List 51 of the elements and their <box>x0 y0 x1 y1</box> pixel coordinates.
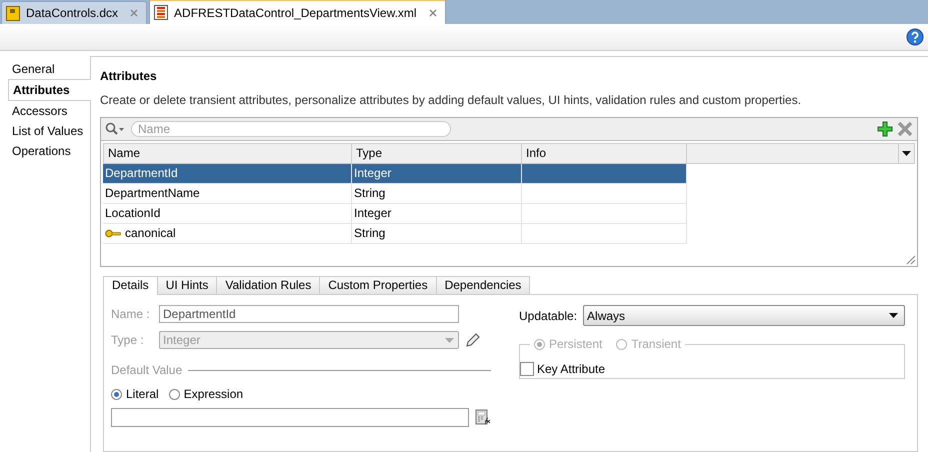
type-label: Type : <box>111 333 145 347</box>
table-cell: String <box>352 224 522 244</box>
pencil-icon[interactable] <box>465 332 481 348</box>
dropdown-arrow-icon[interactable] <box>902 151 911 156</box>
delete-icon[interactable] <box>897 121 913 137</box>
file-icon <box>6 6 20 20</box>
updatable-dropdown[interactable]: Always <box>583 305 905 326</box>
sidebar-item[interactable]: List of Values <box>0 121 90 141</box>
column-header[interactable]: Name <box>103 143 352 164</box>
column-header[interactable]: Type <box>352 143 522 164</box>
add-icon[interactable] <box>877 121 893 137</box>
dropdown-arrow-icon <box>889 313 898 318</box>
name-field[interactable]: DepartmentId <box>159 305 459 323</box>
close-icon[interactable] <box>428 8 437 16</box>
details-tab[interactable]: Custom Properties <box>319 276 437 294</box>
group-legend: Default Value <box>111 363 182 377</box>
default-value-field[interactable] <box>111 408 470 427</box>
calculator-icon[interactable] <box>475 409 491 426</box>
resize-grip-icon[interactable] <box>906 255 916 265</box>
key-attribute-checkbox[interactable]: Key Attribute <box>520 362 606 376</box>
table-cell: Integer <box>352 164 522 184</box>
sidebar-item[interactable]: Attributes <box>8 79 91 101</box>
details-tab[interactable]: Dependencies <box>436 276 530 294</box>
search-icon[interactable] <box>105 122 125 136</box>
details-tab[interactable]: Validation Rules <box>216 276 320 294</box>
table-cell[interactable]: LocationId <box>103 204 352 224</box>
details-tab[interactable]: UI Hints <box>156 276 218 294</box>
section-title: Attributes <box>100 69 158 83</box>
column-header[interactable]: Info <box>522 143 687 164</box>
sidebar-item[interactable]: General <box>0 59 90 79</box>
radio-option[interactable]: Literal <box>111 387 159 401</box>
search-field[interactable]: Name <box>131 121 451 137</box>
section-description: Create or delete transient attributes, personalize attributes by adding default values, UI hints, validation rules and custom properties. <box>100 93 802 107</box>
updatable-label: Updatable: <box>519 308 578 322</box>
key-icon <box>105 229 121 238</box>
table-cell[interactable]: DepartmentName <box>103 184 352 204</box>
details-tab[interactable]: Details <box>103 276 158 295</box>
table-cell: Integer <box>352 204 522 224</box>
dropdown-arrow-icon <box>445 338 454 342</box>
sidebar-item[interactable]: Operations <box>0 141 90 161</box>
table-cell[interactable]: canonical <box>103 224 352 244</box>
radio-option[interactable]: Expression <box>168 387 244 401</box>
name-label: Name : <box>111 307 151 321</box>
table-cell[interactable]: DepartmentId <box>103 164 352 184</box>
help-icon[interactable] <box>906 28 924 46</box>
sidebar-item[interactable]: Accessors <box>0 101 90 121</box>
file-icon <box>154 5 168 20</box>
table-cell: String <box>352 184 522 204</box>
close-icon[interactable] <box>130 9 138 17</box>
editor-tab[interactable]: ADFRESTDataControl_DepartmentsView.xml <box>149 0 446 24</box>
editor-tab[interactable]: DataControls.dcx <box>1 1 148 24</box>
